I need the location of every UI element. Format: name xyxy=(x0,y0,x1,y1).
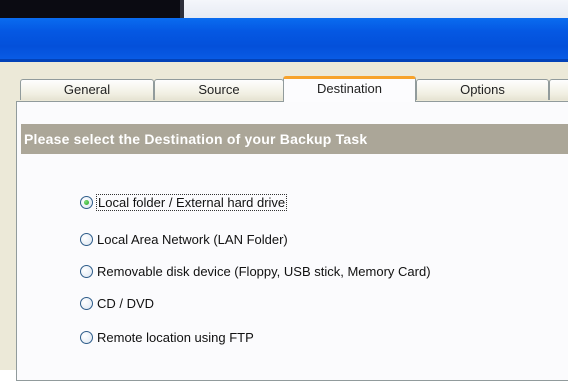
radio-icon[interactable] xyxy=(80,330,93,344)
tab-strip: General Source Destination Options xyxy=(20,76,568,102)
section-header: Please select the Destination of your Ba… xyxy=(21,124,568,154)
tab-options[interactable]: Options xyxy=(416,79,549,100)
option-cd-dvd[interactable]: CD / DVD xyxy=(80,293,154,313)
option-label: Remote location using FTP xyxy=(97,329,254,345)
radio-icon[interactable] xyxy=(80,296,93,310)
radio-dot xyxy=(84,199,89,205)
option-remote-ftp[interactable]: Remote location using FTP xyxy=(80,327,254,347)
dialog-body: General Source Destination Options Pleas… xyxy=(0,62,568,381)
radio-icon[interactable] xyxy=(80,232,93,246)
option-label: Removable disk device (Floppy, USB stick… xyxy=(97,263,431,279)
option-label: CD / DVD xyxy=(97,295,155,311)
tab-general[interactable]: General xyxy=(20,79,154,100)
radio-icon[interactable] xyxy=(80,264,93,278)
radio-selected-icon[interactable] xyxy=(80,195,93,209)
top-window-edge xyxy=(180,0,568,18)
option-local-folder[interactable]: Local folder / External hard drive xyxy=(80,192,288,212)
tab-next[interactable] xyxy=(549,79,568,100)
tab-source[interactable]: Source xyxy=(154,79,284,100)
option-label: Local folder / External hard drive xyxy=(95,193,288,211)
option-removable-disk[interactable]: Removable disk device (Floppy, USB stick… xyxy=(80,261,431,281)
tab-destination[interactable]: Destination xyxy=(283,76,416,102)
option-label: Local Area Network (LAN Folder) xyxy=(97,231,288,247)
option-lan-folder[interactable]: Local Area Network (LAN Folder) xyxy=(80,229,288,249)
window-titlebar[interactable] xyxy=(0,18,568,62)
top-window-strip xyxy=(0,0,180,18)
